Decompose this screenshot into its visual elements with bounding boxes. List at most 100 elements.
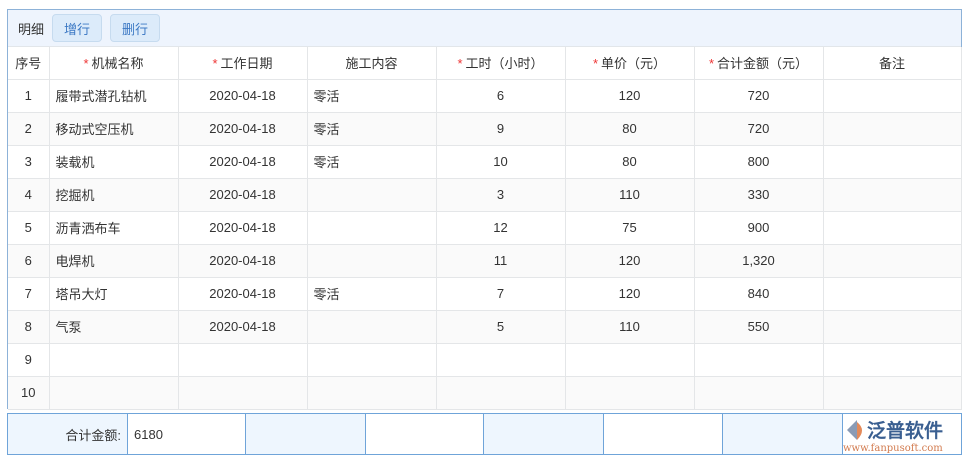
- required-marker: *: [457, 56, 463, 72]
- row-number-cell: 4: [8, 178, 50, 212]
- table-row[interactable]: 9: [8, 343, 962, 377]
- unit-price-cell[interactable]: 120: [565, 277, 695, 311]
- total-amount-cell[interactable]: 840: [694, 277, 824, 311]
- work-content-cell[interactable]: [307, 211, 437, 245]
- column-header: * 工时（小时）: [436, 47, 566, 80]
- row-number-cell: 7: [8, 277, 50, 311]
- work-content-cell[interactable]: 零活: [307, 145, 437, 179]
- machine-name-cell[interactable]: [49, 343, 179, 377]
- work-hours-cell[interactable]: 10: [436, 145, 566, 179]
- work-hours-cell[interactable]: 5: [436, 310, 566, 344]
- work-date-cell[interactable]: 2020-04-18: [178, 244, 308, 278]
- unit-price-cell[interactable]: [565, 376, 695, 410]
- work-content-cell[interactable]: [307, 178, 437, 212]
- column-header: * 机械名称: [49, 47, 179, 80]
- machine-name-cell[interactable]: 装载机: [49, 145, 179, 179]
- machine-name-cell[interactable]: [49, 376, 179, 410]
- machine-name-cell[interactable]: 履带式潜孔钻机: [49, 79, 179, 113]
- work-hours-cell[interactable]: [436, 376, 566, 410]
- row-number-cell: 9: [8, 343, 50, 377]
- remark-cell[interactable]: [823, 244, 962, 278]
- table-row[interactable]: 7 塔吊大灯 2020-04-18 零活 7 120 840: [8, 277, 962, 311]
- machine-name-cell[interactable]: 移动式空压机: [49, 112, 179, 146]
- remark-cell[interactable]: [823, 79, 962, 113]
- work-hours-cell[interactable]: 6: [436, 79, 566, 113]
- column-label: 备注: [878, 56, 905, 72]
- unit-price-cell[interactable]: 110: [565, 310, 695, 344]
- logo-name: 泛普软件: [867, 421, 944, 442]
- work-date-cell[interactable]: 2020-04-18: [178, 79, 308, 113]
- table-row[interactable]: 4 挖掘机 2020-04-18 3 110 330: [8, 178, 962, 212]
- work-date-cell[interactable]: [178, 343, 308, 377]
- remark-cell[interactable]: [823, 310, 962, 344]
- total-amount-cell[interactable]: 900: [694, 211, 824, 245]
- total-amount-cell[interactable]: [694, 343, 824, 377]
- table-row[interactable]: 6 电焊机 2020-04-18 11 120 1,320: [8, 244, 962, 278]
- unit-price-cell[interactable]: 110: [565, 178, 695, 212]
- table-row[interactable]: 8 气泵 2020-04-18 5 110 550: [8, 310, 962, 344]
- unit-price-cell[interactable]: [565, 343, 695, 377]
- total-amount-cell[interactable]: 800: [694, 145, 824, 179]
- work-content-cell[interactable]: 零活: [307, 277, 437, 311]
- remark-cell[interactable]: [823, 277, 962, 311]
- work-content-cell[interactable]: [307, 376, 437, 410]
- remark-cell[interactable]: [823, 145, 962, 179]
- work-content-cell[interactable]: 零活: [307, 79, 437, 113]
- section-title: 明细: [18, 21, 45, 37]
- machine-name-cell[interactable]: 挖掘机: [49, 178, 179, 212]
- remark-cell[interactable]: [823, 343, 962, 377]
- work-hours-cell[interactable]: 11: [436, 244, 566, 278]
- work-date-cell[interactable]: 2020-04-18: [178, 277, 308, 311]
- work-hours-cell[interactable]: 9: [436, 112, 566, 146]
- column-header: * 合计金额（元）: [694, 47, 824, 80]
- total-amount-cell[interactable]: 1,320: [694, 244, 824, 278]
- unit-price-cell[interactable]: 80: [565, 112, 695, 146]
- table-row[interactable]: 3 装载机 2020-04-18 零活 10 80 800: [8, 145, 962, 179]
- total-amount-cell[interactable]: 720: [694, 79, 824, 113]
- machine-name-cell[interactable]: 塔吊大灯: [49, 277, 179, 311]
- total-value: 6180: [128, 414, 246, 454]
- column-label: 施工内容: [345, 56, 398, 72]
- work-hours-cell[interactable]: 3: [436, 178, 566, 212]
- summary-cell: [366, 414, 484, 454]
- work-hours-cell[interactable]: 12: [436, 211, 566, 245]
- total-amount-cell[interactable]: [694, 376, 824, 410]
- required-marker: *: [83, 56, 89, 72]
- total-amount-cell[interactable]: 720: [694, 112, 824, 146]
- remark-cell[interactable]: [823, 376, 962, 410]
- total-amount-cell[interactable]: 550: [694, 310, 824, 344]
- work-hours-cell[interactable]: [436, 343, 566, 377]
- unit-price-cell[interactable]: 80: [565, 145, 695, 179]
- work-date-cell[interactable]: 2020-04-18: [178, 310, 308, 344]
- work-date-cell[interactable]: 2020-04-18: [178, 112, 308, 146]
- work-content-cell[interactable]: [307, 244, 437, 278]
- remark-cell[interactable]: [823, 178, 962, 212]
- column-label: 机械名称: [91, 56, 144, 72]
- table-row[interactable]: 5 沥青洒布车 2020-04-18 12 75 900: [8, 211, 962, 245]
- logo-mark-icon: [847, 420, 862, 440]
- work-content-cell[interactable]: 零活: [307, 112, 437, 146]
- work-date-cell[interactable]: [178, 376, 308, 410]
- machine-name-cell[interactable]: 沥青洒布车: [49, 211, 179, 245]
- work-hours-cell[interactable]: 7: [436, 277, 566, 311]
- table-row[interactable]: 10: [8, 376, 962, 410]
- work-date-cell[interactable]: 2020-04-18: [178, 211, 308, 245]
- remark-cell[interactable]: [823, 112, 962, 146]
- work-content-cell[interactable]: [307, 310, 437, 344]
- machine-name-cell[interactable]: 气泵: [49, 310, 179, 344]
- table-row[interactable]: 2 移动式空压机 2020-04-18 零活 9 80 720: [8, 112, 962, 146]
- unit-price-cell[interactable]: 120: [565, 79, 695, 113]
- remark-cell[interactable]: [823, 211, 962, 245]
- work-date-cell[interactable]: 2020-04-18: [178, 145, 308, 179]
- machine-name-cell[interactable]: 电焊机: [49, 244, 179, 278]
- summary-cell: [723, 414, 843, 454]
- add-row-button[interactable]: 增行: [52, 14, 103, 42]
- work-content-cell[interactable]: [307, 343, 437, 377]
- delete-row-button[interactable]: 删行: [110, 14, 161, 42]
- unit-price-cell[interactable]: 75: [565, 211, 695, 245]
- unit-price-cell[interactable]: 120: [565, 244, 695, 278]
- total-amount-cell[interactable]: 330: [694, 178, 824, 212]
- table-row[interactable]: 1 履带式潜孔钻机 2020-04-18 零活 6 120 720: [8, 79, 962, 113]
- column-label: 工时（小时）: [465, 56, 544, 72]
- work-date-cell[interactable]: 2020-04-18: [178, 178, 308, 212]
